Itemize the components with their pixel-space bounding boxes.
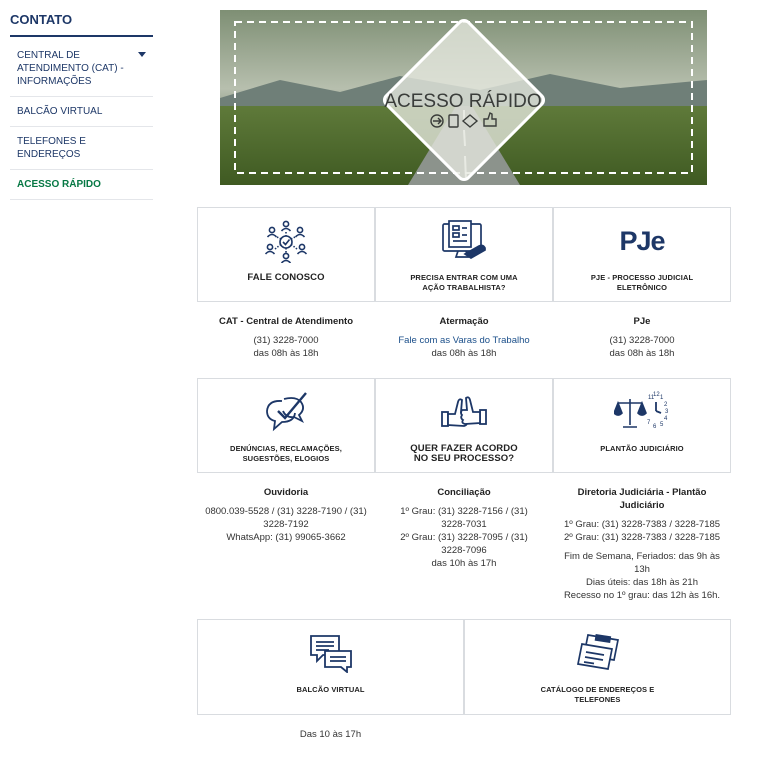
cat-phone: (31) 3228-7000 [253, 335, 319, 346]
atermacao-info: Atermação Fale com as Varas do Trabalho … [375, 315, 553, 360]
atermacao-hours: das 08h às 18h [431, 348, 497, 359]
acesso-rapido-banner[interactable]: ACESSO RÁPIDO [220, 10, 707, 185]
chat-bubbles-icon [309, 630, 353, 676]
conciliacao-2grau: 2º Grau: (31) 3228-7095 / (31) 3228-7096 [400, 532, 528, 556]
denuncias-label: DENÚNCIAS, RECLAMAÇÕES, SUGESTÕES, ELOGI… [230, 444, 342, 463]
sidebar-item-balcao-virtual[interactable]: BALCÃO VIRTUAL [10, 97, 153, 127]
pje-hours: das 08h às 18h [609, 348, 675, 359]
fale-com-varas-link[interactable]: Fale com as Varas do Trabalho [375, 334, 553, 347]
pje-label: PJE - PROCESSO JUDICIAL ELETRÔNICO [590, 273, 694, 292]
svg-text:5: 5 [660, 422, 664, 428]
sidebar: CONTATO CENTRAL DE ATENDIMENTO (CAT) - I… [10, 12, 153, 200]
chevron-down-icon[interactable] [138, 52, 146, 57]
sidebar-item-cat[interactable]: CENTRAL DE ATENDIMENTO (CAT) - INFORMAÇÕ… [10, 37, 153, 97]
ouvidoria-info: Ouvidoria 0800.039-5528 / (31) 3228-7190… [205, 486, 367, 544]
conciliacao-1grau: 1º Grau: (31) 3228-7156 / (31) 3228-7031 [400, 506, 528, 530]
acao-trabalhista-card[interactable]: PRECISA ENTRAR COM UMA AÇÃO TRABALHISTA? [375, 207, 553, 302]
svg-text:3: 3 [665, 409, 669, 415]
conciliacao-info: Conciliação 1º Grau: (31) 3228-7156 / (3… [392, 486, 536, 570]
pje-title: PJe [633, 316, 651, 327]
balcao-virtual-label: BALCÃO VIRTUAL [296, 685, 365, 694]
balcao-info: Das 10 às 17h [197, 728, 464, 741]
svg-text:6: 6 [653, 424, 657, 430]
chat-check-icon [264, 389, 308, 435]
fale-conosco-card[interactable]: FALE CONOSCO [197, 207, 375, 302]
people-network-icon [265, 218, 307, 264]
denuncias-card[interactable]: DENÚNCIAS, RECLAMAÇÕES, SUGESTÕES, ELOGI… [197, 378, 375, 473]
diretoria-info: Diretoria Judiciária - Plantão Judiciári… [562, 486, 722, 602]
diretoria-fim-de-semana: Fim de Semana, Feriados: das 9h às 13h [564, 551, 720, 575]
diretoria-recesso: Recesso no 1º grau: das 12h às 16h. [563, 590, 721, 601]
diretoria-1grau: 1º Grau: (31) 3228-7383 / 3228-7185 [563, 519, 721, 530]
pje-card[interactable]: PJe PJE - PROCESSO JUDICIAL ELETRÔNICO [553, 207, 731, 302]
cat-info: CAT - Central de Atendimento (31) 3228-7… [197, 315, 375, 360]
diretoria-2grau: 2º Grau: (31) 3228-7383 / 3228-7185 [563, 532, 721, 543]
catalogo-label: CATÁLOGO DE ENDEREÇOS E TELEFONES [540, 685, 655, 704]
scales-clock-icon: 11 12 1 234 567 [614, 389, 670, 435]
pje-logo: PJe [619, 225, 665, 256]
svg-text:2: 2 [664, 402, 668, 408]
computer-form-icon [441, 218, 487, 264]
pje-info: PJe (31) 3228-7000 das 08h às 18h [553, 315, 731, 360]
address-cards-icon [574, 630, 622, 676]
cat-hours: das 08h às 18h [253, 348, 319, 359]
conciliacao-title: Conciliação [437, 487, 491, 498]
ouvidoria-phones: 0800.039-5528 / (31) 3228-7190 / (31) 32… [205, 506, 367, 530]
cat-title: CAT - Central de Atendimento [218, 316, 354, 327]
acordo-card[interactable]: QUER FAZER ACORDO NO SEU PROCESSO? [375, 378, 553, 473]
plantao-card[interactable]: 11 12 1 234 567 PLANTÃO JUDICIÁRIO [553, 378, 731, 473]
balcao-hours: Das 10 às 17h [299, 729, 362, 740]
sidebar-item-label: CENTRAL DE ATENDIMENTO (CAT) - INFORMAÇÕ… [17, 50, 124, 87]
ouvidoria-title: Ouvidoria [263, 487, 309, 498]
svg-text:7: 7 [647, 420, 651, 426]
atermacao-title: Atermação [439, 316, 489, 327]
acordo-label: QUER FAZER ACORDO NO SEU PROCESSO? [410, 443, 518, 464]
svg-text:4: 4 [664, 416, 668, 422]
diretoria-title: Diretoria Judiciária - Plantão Judiciári… [577, 487, 707, 511]
ouvidoria-whatsapp: WhatsApp: (31) 99065-3662 [226, 532, 346, 543]
handshake-thumbs-icon [441, 389, 487, 435]
svg-text:1: 1 [660, 395, 664, 401]
banner-image: ACESSO RÁPIDO [220, 10, 707, 185]
balcao-virtual-card[interactable]: BALCÃO VIRTUAL [197, 619, 464, 715]
conciliacao-hours: das 10h às 17h [431, 558, 497, 569]
acao-trabalhista-label: PRECISA ENTRAR COM UMA AÇÃO TRABALHISTA? [410, 273, 518, 292]
sidebar-item-telefones[interactable]: TELEFONES E ENDEREÇOS [10, 127, 153, 170]
banner-title: ACESSO RÁPIDO [384, 91, 541, 112]
diretoria-dias-uteis: Dias úteis: das 18h às 21h [586, 577, 698, 588]
sidebar-item-acesso-rapido[interactable]: ACESSO RÁPIDO [10, 170, 153, 200]
fale-conosco-label: FALE CONOSCO [247, 272, 325, 283]
sidebar-title: CONTATO [10, 12, 153, 37]
catalogo-card[interactable]: CATÁLOGO DE ENDEREÇOS E TELEFONES [464, 619, 731, 715]
plantao-label: PLANTÃO JUDICIÁRIO [600, 444, 684, 453]
pje-phone: (31) 3228-7000 [609, 335, 675, 346]
